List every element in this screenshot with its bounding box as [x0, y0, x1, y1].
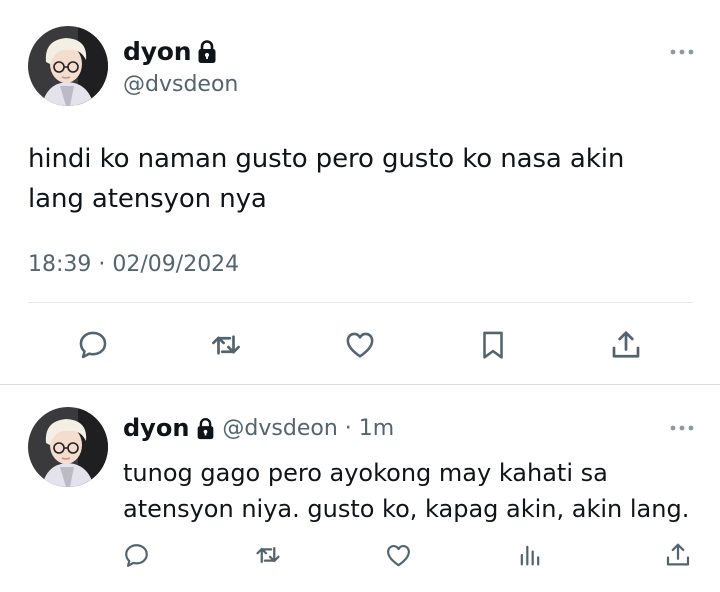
bookmark-icon[interactable]: [475, 327, 511, 363]
retweet-icon[interactable]: [208, 327, 244, 363]
tweet-timestamp[interactable]: 18:39 · 02/09/2024: [28, 252, 239, 277]
reply-text-line: tunog gago pero ayokong may kahati sa: [123, 459, 608, 487]
retweet-icon[interactable]: [252, 539, 284, 571]
tweet-text: hindi ko naman gusto pero gusto ko nasa …: [28, 139, 698, 219]
views-icon[interactable]: [514, 539, 546, 571]
display-name[interactable]: dyon: [123, 37, 192, 66]
like-icon[interactable]: [342, 327, 378, 363]
reply-icon[interactable]: [75, 327, 111, 363]
share-icon[interactable]: [662, 539, 694, 571]
more-options-icon[interactable]: [668, 42, 696, 62]
tweet-text-line: hindi ko naman gusto pero gusto ko nasa …: [28, 144, 625, 174]
divider: [0, 384, 720, 385]
like-icon[interactable]: [382, 539, 414, 571]
reply-text-line: atensyon niya. gusto ko, kapag akin, aki…: [123, 495, 690, 523]
reply-icon[interactable]: [120, 539, 152, 571]
lock-icon: [197, 38, 217, 64]
avatar[interactable]: [28, 26, 108, 106]
author-handle[interactable]: @dvsdeon: [222, 416, 337, 441]
more-options-icon[interactable]: [668, 418, 696, 438]
reply-header: dyon @dvsdeon · 1m: [123, 412, 394, 444]
share-icon[interactable]: [608, 327, 644, 363]
lock-icon: [196, 416, 215, 440]
divider: [28, 302, 693, 303]
separator: ·: [344, 415, 352, 441]
reply-age[interactable]: 1m: [359, 416, 394, 441]
display-name[interactable]: dyon: [123, 414, 189, 442]
reply-text: tunog gago pero ayokong may kahati sa at…: [123, 455, 713, 527]
author-handle[interactable]: @dvsdeon: [123, 72, 238, 97]
author-name[interactable]: dyon: [123, 36, 217, 66]
avatar[interactable]: [28, 407, 108, 487]
tweet-text-line: lang atensyon nya: [28, 184, 267, 214]
